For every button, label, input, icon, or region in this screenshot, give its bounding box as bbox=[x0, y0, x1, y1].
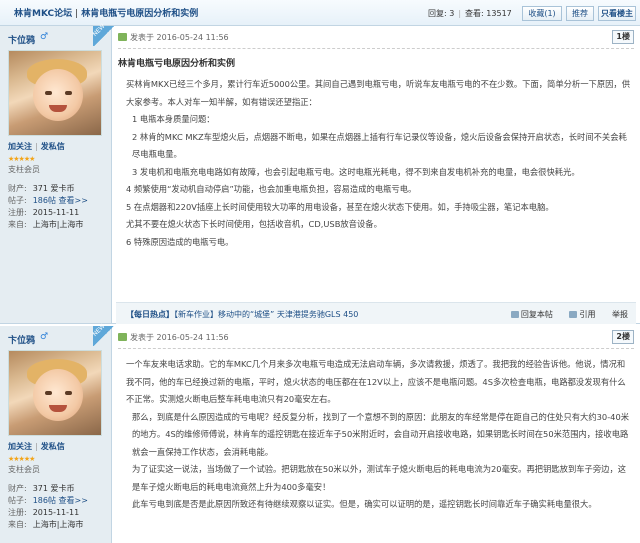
post-status-icon bbox=[118, 333, 127, 341]
new-badge: NEW bbox=[92, 23, 115, 46]
author-name[interactable]: 卞位鸦 bbox=[8, 333, 35, 346]
post-meta: 发表于 2016-05-24 11:56 bbox=[118, 332, 229, 343]
hot-topic-link[interactable]: 【新车作业】移动中的“城堡” 天津港提务驰GLS 450 bbox=[174, 310, 358, 319]
location-row: 来自: 上海市|上海市 bbox=[8, 520, 84, 529]
floor-number[interactable]: 1楼 bbox=[612, 30, 634, 44]
paragraph: 4 频繁使用“发动机自动停启”功能，也会加重电瓶负担，容易造成的电瓶亏电。 bbox=[126, 184, 417, 194]
threads-count-link[interactable]: 186帖 bbox=[33, 196, 56, 205]
follow-link[interactable]: 加关注 bbox=[8, 442, 32, 451]
register-row: 注册: 2015-11-11 bbox=[8, 208, 80, 217]
replies-count: 3 bbox=[449, 9, 455, 18]
divider bbox=[118, 348, 634, 349]
user-group: 支柱会员 bbox=[8, 465, 40, 474]
hot-topic: 【每日热点】【新车作业】移动中的“城堡” 天津港提务驰GLS 450 bbox=[126, 310, 359, 319]
location-row: 来自: 上海市|上海市 bbox=[8, 220, 84, 229]
post-status-icon bbox=[118, 33, 127, 41]
floor-number[interactable]: 2楼 bbox=[612, 330, 634, 344]
follow-link[interactable]: 加关注 bbox=[8, 142, 32, 151]
rank-stars-icon: ★★★★★ bbox=[8, 155, 35, 163]
paragraph: 2 林肯的MKC MKZ车型熄火后，点烟器不断电，如果在点烟器上插有行车记录仪等… bbox=[132, 131, 627, 160]
views-count: 13517 bbox=[486, 9, 512, 18]
post-1: 卞位鸦 ♂ 加关注 | 发私信 ★★★★★ 支柱会员 财产: 371 爱卡币 帖子: 1… bbox=[0, 23, 640, 324]
avatar[interactable] bbox=[8, 350, 102, 436]
quote-icon bbox=[569, 311, 578, 318]
male-icon: ♂ bbox=[40, 332, 49, 342]
threads-count-link[interactable]: 186帖 bbox=[33, 496, 56, 505]
only-author-button[interactable]: 只看楼主 bbox=[598, 6, 636, 21]
paragraph: 1 电瓶本身质量问题： bbox=[132, 114, 215, 124]
post-content: 发表于 2016-05-24 11:56 2楼 一个车友来电话求助。它的车MKC… bbox=[112, 326, 640, 543]
paragraph: 5 在点烟器和220V插座上长时间使用较大功率的用电设备，甚至在熄火状态下使用。… bbox=[126, 201, 554, 212]
message-link[interactable]: 发私信 bbox=[41, 142, 65, 151]
breadcrumb: 林肯MKC论坛 | 林肯电瓶亏电原因分析和实例 bbox=[14, 6, 198, 19]
threads-row: 帖子: 186帖 查看>> bbox=[8, 196, 88, 205]
post-body: 买林肯MKX已经三个多月，累计行车近5000公里。其间自己遇到电瓶亏电，听说车友… bbox=[126, 76, 632, 251]
replies-label: 回复: bbox=[428, 9, 447, 18]
paragraph: 为了证实这一说法，当场做了一个试验。把钥匙放在50米以外，测试车子熄火断电后的耗… bbox=[132, 464, 627, 492]
post-title: 林肯电瓶亏电原因分析和实例 bbox=[118, 59, 236, 69]
author-sidebar: 卞位鸦 ♂ 加关注 | 发私信 ★★★★★ 支柱会员 财产: 371 爱卡币 帖子: 1… bbox=[0, 326, 112, 543]
thread-stats: 回复: 3 | 查看: 13517 bbox=[428, 9, 512, 18]
male-icon: ♂ bbox=[40, 32, 49, 42]
register-row: 注册: 2015-11-11 bbox=[8, 508, 80, 517]
post-actions: 回复本帖 引用 举报 bbox=[497, 309, 628, 320]
rank-stars-icon: ★★★★★ bbox=[8, 455, 35, 463]
divider bbox=[118, 48, 634, 49]
forum-link[interactable]: 林肯MKC论坛 bbox=[14, 9, 72, 19]
paragraph: 买林肯MKX已经三个多月，累计行车近5000公里。其间自己遇到电瓶亏电，听说车友… bbox=[126, 79, 631, 107]
new-badge: NEW bbox=[92, 323, 115, 346]
recommend-button[interactable]: 推荐 bbox=[566, 6, 594, 21]
post-time: 发表于 2016-05-24 11:56 bbox=[130, 33, 229, 42]
author-sidebar: 卞位鸦 ♂ 加关注 | 发私信 ★★★★★ 支柱会员 财产: 371 爱卡币 帖子: 1… bbox=[0, 26, 112, 323]
reply-button[interactable]: 回复本帖 bbox=[510, 310, 553, 319]
hot-topic-bar: 【每日热点】【新车作业】移动中的“城堡” 天津港提务驰GLS 450 回复本帖 … bbox=[116, 302, 636, 324]
author-name[interactable]: 卞位鸦 bbox=[8, 33, 35, 46]
breadcrumb-separator: | bbox=[75, 9, 79, 19]
message-link[interactable]: 发私信 bbox=[41, 442, 65, 451]
avatar[interactable] bbox=[8, 50, 102, 136]
threads-row: 帖子: 186帖 查看>> bbox=[8, 496, 88, 505]
post-time: 发表于 2016-05-24 11:56 bbox=[130, 333, 229, 342]
paragraph: 3 发电机和电瓶充电电路如有故障，也会引起电瓶亏电。这时电瓶光耗电，得不到来自发… bbox=[132, 166, 580, 177]
paragraph: 一个车友来电话求助。它的车MKC几个月来多次电瓶亏电造成无法启动车辆，多次请救援… bbox=[126, 359, 626, 404]
post-body: 一个车友来电话求助。它的车MKC几个月来多次电瓶亏电造成无法启动车辆，多次请救援… bbox=[126, 356, 632, 514]
threads-view-link[interactable]: 查看>> bbox=[59, 196, 88, 205]
paragraph: 那么，到底是什么原因造成的亏电呢？经反复分析，找到了一个意想不到的原因：此朋友的… bbox=[132, 411, 630, 457]
user-group: 支柱会员 bbox=[8, 165, 40, 174]
post-2: 卞位鸦 ♂ 加关注 | 发私信 ★★★★★ 支柱会员 财产: 371 爱卡币 帖子: 1… bbox=[0, 323, 640, 543]
post-content: 发表于 2016-05-24 11:56 1楼 林肯电瓶亏电原因分析和实例 买林… bbox=[112, 26, 640, 324]
paragraph: 6 特殊原因造成的电瓶亏电。 bbox=[126, 236, 234, 247]
quote-button[interactable]: 引用 bbox=[569, 310, 595, 319]
threads-view-link[interactable]: 查看>> bbox=[59, 496, 88, 505]
thread-header: 林肯MKC论坛 | 林肯电瓶亏电原因分析和实例 回复: 3 | 查看: 13517 收藏… bbox=[0, 0, 640, 26]
thread-title: 林肯电瓶亏电原因分析和实例 bbox=[81, 9, 199, 19]
wealth-row: 财产: 371 爱卡币 bbox=[8, 184, 75, 193]
reply-icon bbox=[510, 311, 519, 318]
report-button[interactable]: 举报 bbox=[612, 310, 628, 319]
views-label: 查看: bbox=[465, 9, 484, 18]
paragraph: 此车亏电到底是否是此原因所致还有待继续观察以证实。但是，确实可以证明的是，遥控钥… bbox=[132, 499, 597, 509]
paragraph: 尤其不要在熄火状态下长时间使用，包括收音机，CD,USB放音设备。 bbox=[126, 219, 382, 229]
wealth-row: 财产: 371 爱卡币 bbox=[8, 484, 75, 493]
favorite-button[interactable]: 收藏(1) bbox=[522, 6, 562, 21]
post-meta: 发表于 2016-05-24 11:56 bbox=[118, 32, 229, 43]
author-actions: 加关注 | 发私信 bbox=[8, 442, 65, 451]
author-actions: 加关注 | 发私信 bbox=[8, 142, 65, 151]
